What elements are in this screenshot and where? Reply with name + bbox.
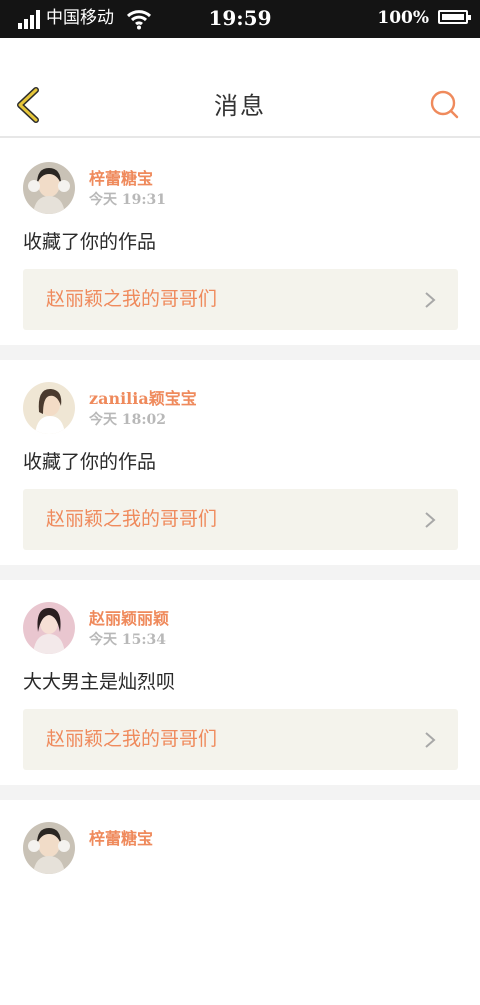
divider — [0, 785, 480, 800]
chevron-right-icon — [425, 512, 436, 528]
message-text: 大大男主是灿烈呗 — [23, 671, 176, 693]
message-item[interactable]: zanilia颖宝宝 今天 18:02 收藏了你的作品 赵丽颖之我的哥哥们 — [0, 360, 480, 565]
message-text: 收藏了你的作品 — [23, 451, 157, 473]
message-item[interactable]: 梓蕾糖宝 — [0, 800, 480, 1005]
work-title: 赵丽颖之我的哥哥们 — [46, 288, 218, 310]
username[interactable]: 梓蕾糖宝 — [89, 168, 153, 190]
message-time: 今天 15:34 — [89, 632, 167, 648]
divider — [0, 565, 480, 580]
chevron-right-icon — [425, 292, 436, 308]
chevron-right-icon — [425, 732, 436, 748]
work-title: 赵丽颖之我的哥哥们 — [46, 508, 218, 530]
message-item[interactable]: 赵丽颖丽颖 今天 15:34 大大男主是灿烈呗 赵丽颖之我的哥哥们 — [0, 580, 480, 785]
message-list: 梓蕾糖宝 今天 19:31 收藏了你的作品 赵丽颖之我的哥哥们 zanilia颖… — [0, 140, 480, 1005]
battery-icon — [438, 10, 471, 24]
battery-percent: 100% — [377, 8, 429, 28]
status-bar: 中国移动 19:59 100% — [0, 0, 480, 38]
username[interactable]: 赵丽颖丽颖 — [89, 608, 169, 630]
username[interactable]: zanilia颖宝宝 — [89, 388, 197, 410]
avatar[interactable] — [23, 382, 75, 434]
username[interactable]: 梓蕾糖宝 — [89, 828, 153, 850]
avatar[interactable] — [23, 822, 75, 874]
divider — [0, 345, 480, 360]
work-title: 赵丽颖之我的哥哥们 — [46, 728, 218, 750]
avatar[interactable] — [23, 162, 75, 214]
avatar[interactable] — [23, 602, 75, 654]
work-link[interactable]: 赵丽颖之我的哥哥们 — [23, 269, 458, 330]
work-link[interactable]: 赵丽颖之我的哥哥们 — [23, 489, 458, 550]
message-time: 今天 18:02 — [89, 412, 167, 428]
message-item[interactable]: 梓蕾糖宝 今天 19:31 收藏了你的作品 赵丽颖之我的哥哥们 — [0, 140, 480, 345]
page-title: 消息 — [214, 92, 266, 120]
message-text: 收藏了你的作品 — [23, 231, 157, 253]
message-time: 今天 19:31 — [89, 192, 167, 208]
nav-bar: 消息 — [0, 38, 480, 138]
work-link[interactable]: 赵丽颖之我的哥哥们 — [23, 709, 458, 770]
search-icon[interactable] — [430, 90, 460, 120]
